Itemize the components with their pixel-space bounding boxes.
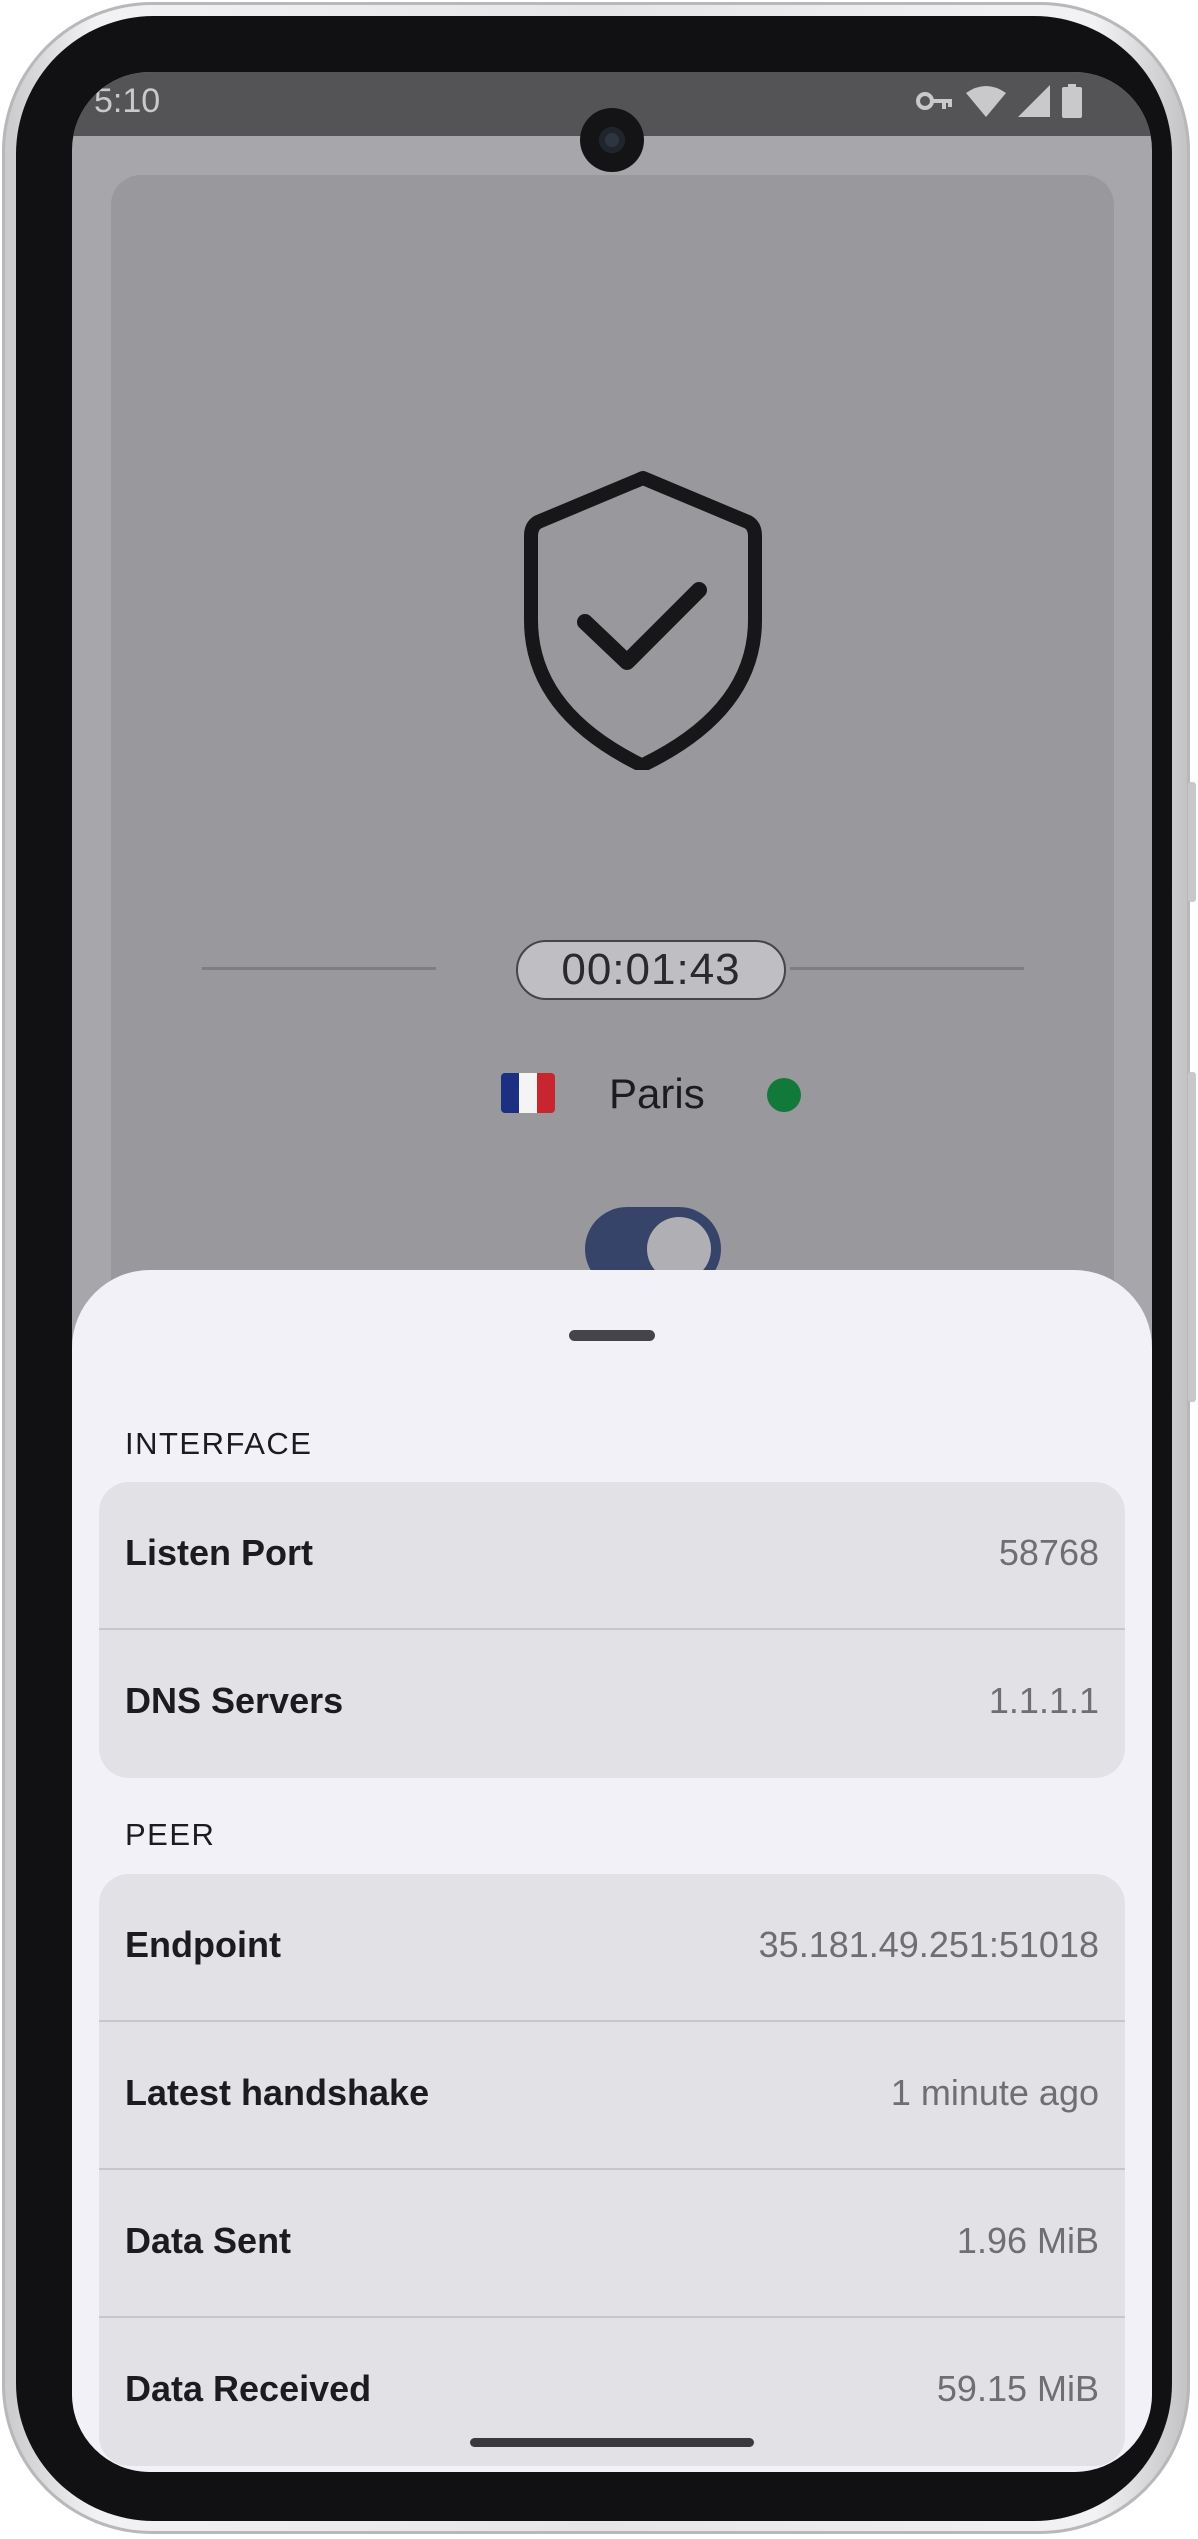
row-label: Data Received [125,2368,372,2409]
interface-group: Listen Port 58768 DNS Servers 1.1.1.1 [99,1482,1125,1778]
row-dns-servers: DNS Servers 1.1.1.1 [99,1630,1125,1778]
row-label: Listen Port [125,1532,314,1573]
status-time: 5:10 [94,82,161,120]
row-label: Latest handshake [125,2072,430,2113]
volume-button [1188,782,1196,902]
row-endpoint: Endpoint 35.181.49.251:51018 [99,1874,1125,2022]
row-listen-port: Listen Port 58768 [99,1482,1125,1630]
front-camera [580,108,644,172]
connection-status-dot [767,1078,801,1112]
status-icons [916,84,1082,118]
row-value: 35.181.49.251:51018 [758,1924,1099,1965]
timer-divider-left [202,967,436,970]
row-latest-handshake: Latest handshake 1 minute ago [99,2022,1125,2170]
screen: 5:10 00:01:43 Paris INTERFACE Listen Por… [72,72,1152,2472]
phone-bezel: 5:10 00:01:43 Paris INTERFACE Listen Por… [16,16,1172,2521]
row-data-sent: Data Sent 1.96 MiB [99,2170,1125,2318]
battery-icon [1062,84,1082,118]
connection-timer: 00:01:43 [516,940,786,1000]
row-label: DNS Servers [125,1680,344,1721]
row-label: Endpoint [125,1924,281,1965]
shield-check-icon [524,471,762,770]
row-value: 59.15 MiB [936,2368,1099,2409]
section-title-peer: PEER [125,1817,216,1852]
section-title-interface: INTERFACE [125,1426,313,1461]
row-value: 58768 [998,1532,1099,1573]
row-label: Data Sent [125,2220,292,2261]
location-name[interactable]: Paris [609,1070,705,1118]
details-bottom-sheet: INTERFACE Listen Port 58768 DNS Servers … [72,1270,1152,2472]
power-button [1188,1072,1196,1402]
signal-icon [1018,85,1050,117]
key-icon [916,92,952,110]
gesture-nav-bar[interactable] [470,2438,754,2447]
row-value: 1 minute ago [890,2072,1099,2113]
row-value: 1.1.1.1 [988,1680,1099,1721]
timer-divider-right [790,967,1024,970]
drag-handle[interactable] [569,1330,655,1341]
wifi-icon [966,86,1006,117]
france-flag-icon [501,1073,555,1113]
phone-frame: 5:10 00:01:43 Paris INTERFACE Listen Por… [2,2,1196,2534]
peer-group: Endpoint 35.181.49.251:51018 Latest hand… [99,1874,1125,2466]
row-value: 1.96 MiB [956,2220,1099,2261]
